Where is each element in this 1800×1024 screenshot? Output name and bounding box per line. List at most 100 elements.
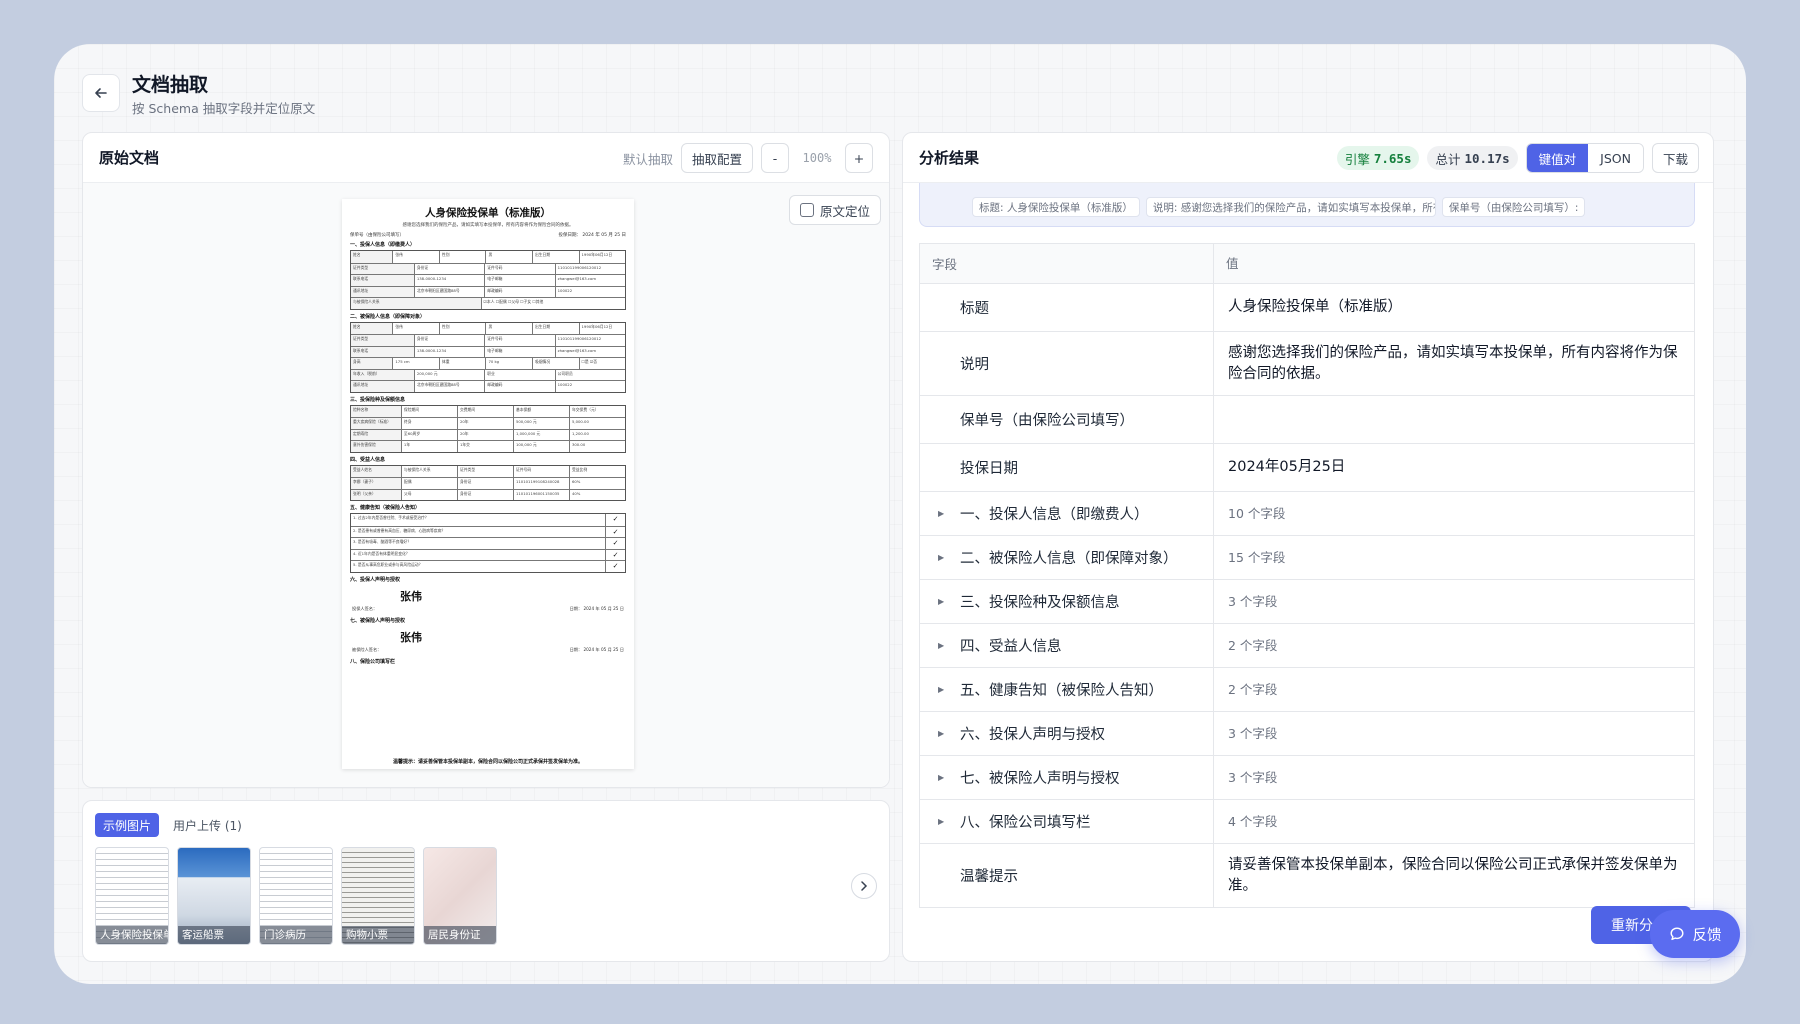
thumbnail-insurance-form[interactable]: 人身保险投保单: [95, 847, 169, 945]
doc-cell: 联系电话: [351, 275, 414, 286]
doc-sign-label: 被保险人签名：: [352, 646, 382, 652]
doc-footer: 温馨提示：请妥善保管本投保单副本，保险合同以保险公司正式承保并签发保单为准。: [392, 759, 583, 765]
doc-cell: 张明（父亲）: [351, 489, 401, 500]
app-frame: 文档抽取 按 Schema 抽取字段并定位原文 原始文档 默认抽取 抽取配置 -…: [54, 44, 1746, 984]
tab-user-uploads[interactable]: 用户上传 (1): [165, 813, 250, 837]
locate-source-toggle[interactable]: 原文定位: [788, 195, 881, 225]
total-time-label: 总计: [1435, 151, 1461, 167]
field-count: 3 个字段: [1228, 594, 1278, 609]
doc-sign-date: 日期： 2024 年 05 月 25 日: [569, 646, 624, 652]
engine-time-value: 7.65s: [1373, 150, 1412, 166]
field-value: 请妥善保管本投保单副本，保险合同以保险公司正式承保并签发保单为准。: [1228, 856, 1678, 894]
tab-examples[interactable]: 示例图片: [95, 813, 160, 837]
doc-cell: 1990年06月12日: [578, 322, 626, 334]
field-count: 15 个字段: [1228, 550, 1286, 565]
doc-cell: 受益人姓名: [351, 465, 401, 477]
doc-row: 重大疾病保险（标准） 终身 20年 500,000 元 5,000.00: [351, 417, 625, 429]
doc-cell: 保险期间: [400, 405, 457, 417]
group-key-label: 三、投保险种及保额信息: [960, 595, 1120, 611]
thumbnail-caption: 购物小票: [342, 926, 414, 944]
doc-cell: 1,000,000 元: [512, 429, 569, 440]
doc-row: 联系电话 138-0000-1234 电子邮箱 zhangwei@163.com: [351, 274, 625, 286]
preview-chip[interactable]: 保单号（由保险公司填写）:: [1441, 197, 1586, 217]
doc-cell: 证件号码: [484, 263, 554, 274]
table-row[interactable]: 保单号（由保险公司填写）: [920, 396, 1694, 444]
preview-chip[interactable]: 标题: 人身保险投保单（标准版）: [972, 197, 1140, 217]
doc-cell: 吸烟情况: [531, 358, 579, 369]
doc-row: 3. 是否有吸毒、酗酒等不良嗜好？ ✓: [351, 537, 625, 549]
thumbnail-receipt[interactable]: 购物小票: [341, 847, 415, 945]
doc-cell: 200,000 元: [413, 369, 484, 380]
doc-cell: 110101196001150035: [512, 489, 569, 500]
analysis-result-panel: 分析结果 引擎 7.65s 总计 10.17s 键值对 JSON 下载 标题: 人身…: [902, 132, 1714, 962]
doc-cell: 110101199006120012: [554, 335, 625, 346]
table-row[interactable]: 说明 感谢您选择我们的保险产品，请如实填写本投保单，所有内容将作为保险合同的依据。: [920, 332, 1694, 396]
source-document-panel: 原始文档 默认抽取 抽取配置 - 100% + 原文定位 人身保险投保单（标准版…: [82, 132, 890, 788]
doc-cell: 身份证: [456, 489, 513, 500]
gallery-tabs: 示例图片 用户上传 (1): [95, 813, 250, 837]
document-viewer[interactable]: 原文定位 人身保险投保单（标准版） 感谢您选择我们的保险产品，请如实填写本投保单…: [83, 183, 889, 787]
doc-row: 李娜（妻子） 配偶 身份证 110101199108240028 60%: [351, 477, 625, 489]
zoom-in-button[interactable]: +: [845, 143, 873, 173]
group-key: ▶ 一、投保人信息（即缴费人）: [920, 492, 1214, 535]
table-row-group[interactable]: ▶ 八、保险公司填写栏 4 个字段: [920, 800, 1694, 844]
table-row[interactable]: 投保日期 2024年05月25日: [920, 444, 1694, 492]
doc-cell: 证件类型: [351, 263, 414, 274]
doc-cell: 138-0000-1234: [413, 275, 484, 286]
doc-sign-label: 投保人签名：: [352, 605, 378, 611]
doc-cell: 证件类型: [351, 335, 414, 346]
total-time-value: 10.17s: [1464, 150, 1510, 166]
doc-section-2: 二、被保险人信息（即保障对象）: [350, 313, 426, 320]
source-panel-title: 原始文档: [99, 149, 160, 167]
doc-cell: 至60周岁: [400, 429, 457, 440]
table-row[interactable]: 标题 人身保险投保单（标准版）: [920, 284, 1694, 332]
table-row-group[interactable]: ▶ 七、被保险人声明与授权 3 个字段: [920, 756, 1694, 800]
doc-row: 1. 过去2年内是否曾住院、手术或接受治疗？ ✓: [351, 514, 625, 526]
doc-cell: 北京市朝阳区建国路88号: [413, 286, 484, 297]
doc-row: 姓名 张伟 性别男出生日期 1990年06月12日: [351, 251, 625, 263]
thumbnail-id-card[interactable]: 居民身份证: [423, 847, 497, 945]
thumbnail-list: 人身保险投保单 客运船票 门诊病历 购物小票 居民身份证: [95, 847, 497, 945]
doc-cell: 电子邮箱: [484, 346, 554, 357]
doc-row: 证件类型 身份证 证件号码 110101199006120012: [351, 334, 625, 346]
document-page: 人身保险投保单（标准版） 感谢您选择我们的保险产品，请如实填写本投保单，所有内容…: [342, 199, 634, 769]
view-json-button[interactable]: JSON: [1588, 144, 1643, 172]
table-row[interactable]: 温馨提示 请妥善保管本投保单副本，保险合同以保险公司正式承保并签发保单为准。: [920, 844, 1694, 908]
table-row-group[interactable]: ▶ 二、被保险人信息（即保障对象） 15 个字段: [920, 536, 1694, 580]
field-count: 2 个字段: [1228, 638, 1278, 653]
result-panel-header: 分析结果 引擎 7.65s 总计 10.17s 键值对 JSON 下载: [903, 133, 1713, 183]
doc-cell: zhangwei@163.com: [554, 275, 625, 286]
zoom-out-button[interactable]: -: [761, 143, 789, 173]
view-kv-button[interactable]: 键值对: [1526, 144, 1589, 172]
caret-right-icon: ▶: [938, 773, 945, 782]
doc-section-5: 五、健康告知（被保险人告知）: [350, 505, 421, 511]
doc-row: 姓名 张伟 性别男出生日期 1990年06月12日: [351, 322, 626, 334]
doc-cell: 1,200.00: [568, 429, 625, 440]
doc-row: 意外伤害保险 1年 1年交 100,000 元 300.00: [351, 440, 625, 452]
sample-gallery: 示例图片 用户上传 (1) 人身保险投保单 客运船票 门诊病历 购物小票 居民身…: [82, 800, 890, 962]
next-page-button[interactable]: [851, 873, 877, 899]
doc-row: 年收入（税前） 200,000 元职业 公司职员: [351, 368, 625, 380]
feedback-button[interactable]: 反馈: [1650, 910, 1740, 958]
table-row-group[interactable]: ▶ 四、受益人信息 2 个字段: [920, 624, 1694, 668]
doc-row: 4. 近1年内是否有体重明显变化？ ✓: [351, 548, 625, 560]
doc-cell: 20年: [456, 429, 513, 440]
preview-chip[interactable]: 说明: 感谢您选择我们的保险产品，请如实填写本投保单，所有内容将作为保险合同的依…: [1145, 197, 1436, 217]
doc-title: 人身保险投保单（标准版）: [425, 207, 551, 219]
doc-cell: ✓: [605, 526, 625, 537]
doc-cell: 与被保险人关系: [351, 298, 481, 309]
table-row-group[interactable]: ▶ 六、投保人声明与授权 3 个字段: [920, 712, 1694, 756]
back-button[interactable]: [82, 74, 120, 112]
doc-row: 张明（父亲） 父母 身份证 110101196001150035 40%: [351, 488, 625, 500]
thumbnail-ferry-ticket[interactable]: 客运船票: [177, 847, 251, 945]
download-button[interactable]: 下载: [1651, 143, 1699, 173]
doc-cell: 出生日期: [531, 322, 579, 334]
table-row-group[interactable]: ▶ 五、健康告知（被保险人告知） 2 个字段: [920, 668, 1694, 712]
table-row-group[interactable]: ▶ 一、投保人信息（即缴费人） 10 个字段: [920, 492, 1694, 536]
doc-cell: 通讯地址: [351, 286, 414, 297]
doc-cell: 3. 是否有吸毒、酗酒等不良嗜好？: [351, 538, 605, 549]
thumbnail-medical-record[interactable]: 门诊病历: [259, 847, 333, 945]
table-row-group[interactable]: ▶ 三、投保险种及保额信息 3 个字段: [920, 580, 1694, 624]
doc-cell: 姓名: [351, 251, 393, 263]
extract-config-button[interactable]: 抽取配置: [680, 143, 753, 173]
